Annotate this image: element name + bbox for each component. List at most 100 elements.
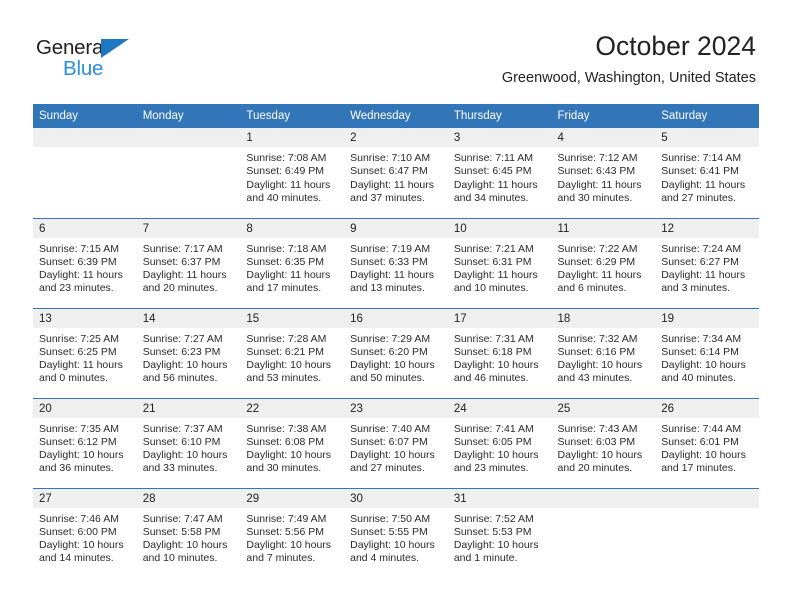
calendar-body: 1 Sunrise: 7:08 AM Sunset: 6:49 PM Daylight… <box>33 128 759 578</box>
day-details: Sunrise: 7:29 AM Sunset: 6:20 PM Daylight:… <box>344 328 448 386</box>
day-details: Sunrise: 7:10 AM Sunset: 6:47 PM Daylight:… <box>344 147 448 205</box>
daylight-text: Daylight: 11 hours and 13 minutes. <box>350 269 434 295</box>
daylight-text: Daylight: 10 hours and 36 minutes. <box>39 449 124 475</box>
page-title: October 2024 <box>595 31 756 61</box>
calendar-day-cell[interactable]: 22 Sunrise: 7:38 AM Sunset: 6:08 PM Dayligh… <box>240 397 345 488</box>
calendar-day-cell[interactable]: 20 Sunrise: 7:35 AM Sunset: 6:12 PM Dayligh… <box>33 397 137 488</box>
daylight-text: Daylight: 10 hours and 46 minutes. <box>453 359 539 385</box>
daylight-text: Daylight: 11 hours and 27 minutes. <box>661 178 746 204</box>
calendar-day-cell-empty <box>136 128 241 218</box>
calendar-week-row: 13 Sunrise: 7:25 AM Sunset: 6:25 PM Dayligh… <box>33 307 759 398</box>
day-details: Sunrise: 7:25 AM Sunset: 6:25 PM Daylight:… <box>33 328 137 386</box>
calendar-day-cell[interactable]: 27 Sunrise: 7:46 AM Sunset: 6:00 PM Dayligh… <box>33 487 137 578</box>
sunrise-text: Sunrise: 7:38 AM <box>246 422 327 435</box>
sunrise-text: Sunrise: 7:41 AM <box>453 422 534 435</box>
daylight-text: Daylight: 11 hours and 40 minutes. <box>246 178 331 204</box>
calendar-day-cell[interactable]: 1 Sunrise: 7:08 AM Sunset: 6:49 PM Daylight… <box>240 128 345 218</box>
sunset-text: Sunset: 6:49 PM <box>246 165 325 178</box>
calendar-day-cell[interactable]: 16 Sunrise: 7:29 AM Sunset: 6:20 PM Dayligh… <box>344 307 448 398</box>
day-number: 23 <box>344 398 448 418</box>
sunrise-text: Sunrise: 7:49 AM <box>246 512 327 525</box>
calendar-day-cell[interactable]: 8 Sunrise: 7:18 AM Sunset: 6:35 PM Daylight… <box>240 217 345 308</box>
calendar-day-cell[interactable]: 18 Sunrise: 7:32 AM Sunset: 6:16 PM Dayligh… <box>551 307 656 398</box>
sunset-text: Sunset: 6:08 PM <box>246 435 325 448</box>
calendar-day-cell[interactable]: 10 Sunrise: 7:21 AM Sunset: 6:31 PM Dayligh… <box>447 217 552 308</box>
daylight-text: Daylight: 10 hours and 14 minutes. <box>39 539 124 565</box>
sunset-text: Sunset: 6:35 PM <box>246 255 325 268</box>
calendar-day-cell[interactable]: 24 Sunrise: 7:41 AM Sunset: 6:05 PM Dayligh… <box>447 397 552 488</box>
day-number <box>33 128 137 147</box>
calendar-day-cell[interactable]: 26 Sunrise: 7:44 AM Sunset: 6:01 PM Dayligh… <box>655 397 759 488</box>
day-details: Sunrise: 7:22 AM Sunset: 6:29 PM Daylight:… <box>552 238 656 296</box>
calendar-day-cell[interactable]: 23 Sunrise: 7:40 AM Sunset: 6:07 PM Dayligh… <box>344 397 448 488</box>
sunset-text: Sunset: 6:39 PM <box>39 255 117 268</box>
daylight-text: Daylight: 10 hours and 20 minutes. <box>557 449 643 475</box>
sunrise-text: Sunrise: 7:15 AM <box>39 242 119 255</box>
calendar-day-cell[interactable]: 3 Sunrise: 7:11 AM Sunset: 6:45 PM Daylight… <box>447 128 552 218</box>
day-details: Sunrise: 7:08 AM Sunset: 6:49 PM Daylight:… <box>240 147 344 205</box>
day-number: 29 <box>240 488 345 508</box>
calendar-header-row: Sunday Monday Tuesday Wednesday Thursday… <box>33 104 759 128</box>
calendar-day-cell[interactable]: 29 Sunrise: 7:49 AM Sunset: 5:56 PM Dayligh… <box>240 487 345 578</box>
sunset-text: Sunset: 6:47 PM <box>350 165 428 178</box>
day-number: 3 <box>447 128 552 147</box>
day-details: Sunrise: 7:49 AM Sunset: 5:56 PM Daylight:… <box>240 508 344 566</box>
sunset-text: Sunset: 6:33 PM <box>350 255 428 268</box>
weekday-header-tuesday: Tuesday <box>240 104 345 128</box>
sunrise-text: Sunrise: 7:31 AM <box>453 332 534 345</box>
sunrise-text: Sunrise: 7:32 AM <box>557 332 638 345</box>
calendar-day-cell[interactable]: 28 Sunrise: 7:47 AM Sunset: 5:58 PM Dayligh… <box>136 487 241 578</box>
weekday-header-monday: Monday <box>136 104 241 128</box>
sunset-text: Sunset: 6:43 PM <box>557 165 636 178</box>
day-number: 28 <box>136 488 241 508</box>
calendar-table: Sunday Monday Tuesday Wednesday Thursday… <box>33 104 759 578</box>
calendar-grid: Sunday Monday Tuesday Wednesday Thursday… <box>33 104 759 578</box>
calendar-day-cell[interactable]: 12 Sunrise: 7:24 AM Sunset: 6:27 PM Dayligh… <box>655 217 759 308</box>
general-blue-logo[interactable]: General Blue <box>36 36 166 84</box>
calendar-day-cell[interactable]: 30 Sunrise: 7:50 AM Sunset: 5:55 PM Dayligh… <box>344 487 448 578</box>
day-number: 8 <box>240 218 345 238</box>
sunrise-text: Sunrise: 7:14 AM <box>661 152 742 164</box>
daylight-text: Daylight: 10 hours and 33 minutes. <box>142 449 228 475</box>
daylight-text: Daylight: 11 hours and 23 minutes. <box>39 269 123 295</box>
day-details: Sunrise: 7:34 AM Sunset: 6:14 PM Daylight:… <box>655 328 759 386</box>
calendar-day-cell[interactable]: 6 Sunrise: 7:15 AM Sunset: 6:39 PM Daylight… <box>33 217 137 308</box>
day-details: Sunrise: 7:11 AM Sunset: 6:45 PM Daylight:… <box>448 147 552 205</box>
calendar-day-cell[interactable]: 5 Sunrise: 7:14 AM Sunset: 6:41 PM Daylight… <box>655 128 759 218</box>
sunset-text: Sunset: 6:37 PM <box>142 255 221 268</box>
calendar-day-cell[interactable]: 25 Sunrise: 7:43 AM Sunset: 6:03 PM Dayligh… <box>551 397 656 488</box>
sunrise-text: Sunrise: 7:46 AM <box>39 512 119 525</box>
calendar-day-cell[interactable]: 7 Sunrise: 7:17 AM Sunset: 6:37 PM Daylight… <box>136 217 241 308</box>
calendar-day-cell[interactable]: 15 Sunrise: 7:28 AM Sunset: 6:21 PM Dayligh… <box>240 307 345 398</box>
calendar-day-cell[interactable]: 17 Sunrise: 7:31 AM Sunset: 6:18 PM Dayligh… <box>447 307 552 398</box>
sunset-text: Sunset: 6:23 PM <box>142 345 221 358</box>
calendar-day-cell[interactable]: 14 Sunrise: 7:27 AM Sunset: 6:23 PM Dayligh… <box>136 307 241 398</box>
calendar-day-cell[interactable]: 31 Sunrise: 7:52 AM Sunset: 5:53 PM Dayligh… <box>447 487 552 578</box>
day-details: Sunrise: 7:31 AM Sunset: 6:18 PM Daylight:… <box>448 328 552 386</box>
sunrise-text: Sunrise: 7:34 AM <box>661 332 742 345</box>
calendar-day-cell[interactable]: 13 Sunrise: 7:25 AM Sunset: 6:25 PM Dayligh… <box>33 307 137 398</box>
calendar-day-cell[interactable]: 11 Sunrise: 7:22 AM Sunset: 6:29 PM Dayligh… <box>551 217 656 308</box>
sunset-text: Sunset: 6:25 PM <box>39 345 117 358</box>
weekday-header-wednesday: Wednesday <box>344 104 448 128</box>
daylight-text: Daylight: 10 hours and 17 minutes. <box>661 449 746 475</box>
calendar-day-cell[interactable]: 4 Sunrise: 7:12 AM Sunset: 6:43 PM Daylight… <box>551 128 656 218</box>
sunrise-text: Sunrise: 7:52 AM <box>453 512 534 525</box>
sunset-text: Sunset: 6:45 PM <box>453 165 532 178</box>
day-details: Sunrise: 7:28 AM Sunset: 6:21 PM Daylight:… <box>240 328 344 386</box>
sunset-text: Sunset: 6:29 PM <box>557 255 636 268</box>
daylight-text: Daylight: 11 hours and 10 minutes. <box>453 269 538 295</box>
calendar-day-cell[interactable]: 21 Sunrise: 7:37 AM Sunset: 6:10 PM Dayligh… <box>136 397 241 488</box>
daylight-text: Daylight: 10 hours and 7 minutes. <box>246 539 332 565</box>
daylight-text: Daylight: 11 hours and 0 minutes. <box>39 359 123 385</box>
calendar-day-cell[interactable]: 2 Sunrise: 7:10 AM Sunset: 6:47 PM Daylight… <box>344 128 448 218</box>
calendar-day-cell-empty <box>551 487 656 578</box>
sunrise-text: Sunrise: 7:47 AM <box>142 512 223 525</box>
sunrise-text: Sunrise: 7:10 AM <box>350 152 431 164</box>
calendar-day-cell[interactable]: 9 Sunrise: 7:19 AM Sunset: 6:33 PM Daylight… <box>344 217 448 308</box>
day-number: 9 <box>344 218 448 238</box>
day-number: 19 <box>655 308 759 328</box>
sunset-text: Sunset: 6:00 PM <box>39 525 117 538</box>
calendar-day-cell[interactable]: 19 Sunrise: 7:34 AM Sunset: 6:14 PM Dayligh… <box>655 307 759 398</box>
calendar-week-row: 27 Sunrise: 7:46 AM Sunset: 6:00 PM Dayligh… <box>33 487 759 578</box>
